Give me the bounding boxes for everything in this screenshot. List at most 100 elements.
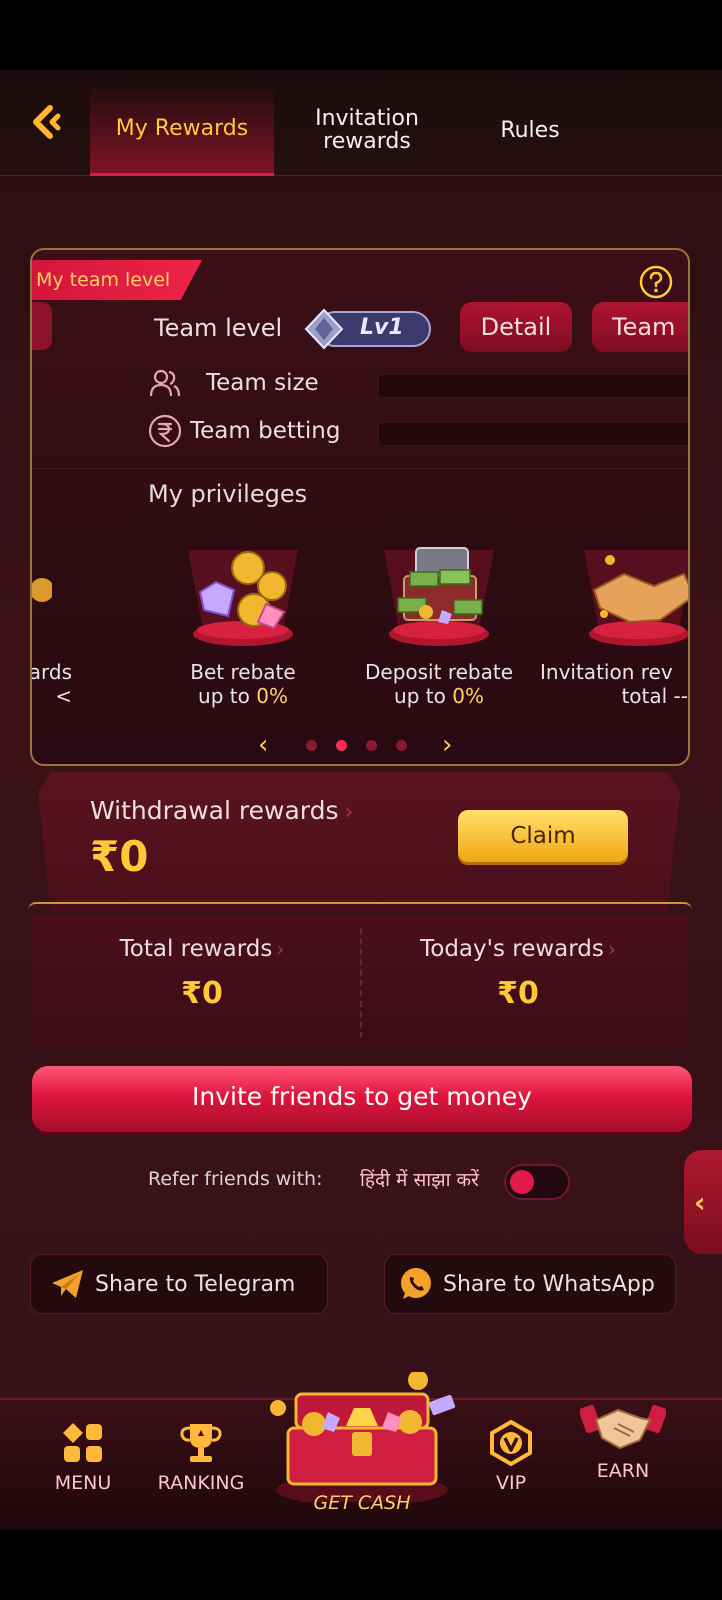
privilege-image — [32, 540, 54, 660]
gift-icon — [32, 578, 54, 602]
level-badge-text: Lv1 — [360, 315, 404, 340]
privilege-item[interactable]: Invitation rev total -- — [540, 540, 688, 708]
app-screen: My Rewards Invitation rewards Rules My t… — [0, 70, 722, 1530]
nav-earn-label: EARN — [596, 1460, 650, 1482]
privileges-title: My privileges — [148, 480, 308, 508]
tab-label: Rules — [500, 117, 560, 143]
team-size-label: Team size — [206, 370, 319, 396]
carousel-dot[interactable] — [366, 740, 377, 751]
telegram-icon — [52, 1270, 83, 1298]
withdrawal-title: Withdrawal rewards — [90, 796, 339, 825]
carousel-prev-button[interactable]: ‹ — [258, 732, 268, 758]
team-level-ribbon: My team level — [32, 260, 202, 300]
treasure-chest-icon — [384, 547, 494, 646]
side-drawer-handle[interactable]: ‹ — [684, 1150, 722, 1254]
privilege-image — [364, 540, 514, 660]
chevron-left-icon: ‹ — [694, 1186, 706, 1219]
todays-rewards-label: Today's rewards — [420, 936, 604, 962]
tab-label: Invitation rewards — [315, 106, 419, 154]
top-bar: My Rewards Invitation rewards Rules — [0, 70, 722, 176]
rupee-icon — [148, 414, 182, 448]
level-badge: Lv1 — [302, 308, 434, 350]
tab-rules[interactable]: Rules — [470, 84, 590, 176]
back-button[interactable] — [28, 102, 68, 142]
share-telegram-label: Share to Telegram — [95, 1271, 296, 1297]
whatsapp-icon — [401, 1268, 431, 1299]
handshake-icon — [584, 550, 688, 646]
privilege-sub: < — [55, 684, 72, 708]
nav-get-cash[interactable]: GET CASH — [268, 1370, 456, 1520]
withdrawal-rewards-link[interactable]: Withdrawal rewards › — [90, 796, 353, 825]
total-rewards[interactable]: Total rewards › ₹0 — [52, 936, 352, 1011]
previous-level-tab[interactable] — [32, 302, 52, 350]
tab-my-rewards[interactable]: My Rewards — [90, 84, 274, 176]
privilege-sub-prefix: up to — [198, 684, 257, 708]
team-betting-value — [378, 422, 688, 446]
privilege-sub-value: 0% — [256, 684, 288, 708]
carousel-dot[interactable] — [396, 740, 407, 751]
carousel-next-button[interactable]: › — [442, 732, 452, 758]
nav-menu[interactable]: MENU — [28, 1420, 138, 1494]
privilege-item[interactable]: Bet rebate up to 0% — [148, 540, 338, 708]
nav-vip[interactable]: VIP — [456, 1420, 566, 1494]
todays-rewards-value: ₹0 — [497, 976, 539, 1011]
carousel-dot-active[interactable] — [336, 740, 347, 751]
privilege-sub-prefix: up to — [394, 684, 453, 708]
nav-vip-label: VIP — [495, 1472, 527, 1494]
rewards-summary: Total rewards › ₹0 Today's rewards › ₹0 — [32, 916, 688, 1050]
detail-button[interactable]: Detail — [460, 302, 572, 352]
share-telegram-button[interactable]: Share to Telegram — [30, 1254, 328, 1314]
privilege-sub: up to 0% — [148, 684, 338, 708]
todays-rewards[interactable]: Today's rewards › ₹0 — [368, 936, 668, 1011]
hindi-share-toggle[interactable] — [504, 1164, 570, 1200]
hindi-share-label: हिंदी में साझा करें — [360, 1169, 479, 1191]
invite-friends-button[interactable]: Invite friends to get money — [32, 1066, 692, 1132]
chevron-left-icon — [33, 105, 61, 139]
vip-badge-icon — [490, 1420, 532, 1466]
treasure-chest-icon — [270, 1370, 456, 1506]
handshake-icon — [580, 1404, 666, 1450]
chevron-right-icon: › — [276, 937, 285, 961]
withdrawal-rewards-card: Withdrawal rewards › ₹0 Claim — [38, 772, 680, 912]
share-whatsapp-button[interactable]: Share to WhatsApp — [384, 1254, 676, 1314]
team-button[interactable]: Team — [592, 302, 688, 352]
privilege-sub: total -- — [621, 684, 688, 708]
toggle-knob — [510, 1170, 534, 1194]
nav-ranking[interactable]: RANKING — [146, 1420, 256, 1494]
tab-invitation-rewards[interactable]: Invitation rewards — [290, 84, 444, 176]
tab-label: My Rewards — [115, 116, 249, 141]
team-betting-row: Team betting — [148, 414, 340, 448]
nav-get-cash-label: GET CASH — [313, 1492, 411, 1514]
privilege-item[interactable]: Deposit rebate up to 0% — [344, 540, 534, 708]
coins-gems-icon — [188, 550, 298, 646]
privilege-item[interactable]: vards < — [32, 540, 72, 708]
privileges-carousel-nav: ‹ › — [32, 732, 688, 758]
chevron-right-icon: › — [607, 937, 616, 961]
privilege-image — [168, 540, 318, 660]
share-whatsapp-label: Share to WhatsApp — [443, 1271, 655, 1297]
privilege-label: Bet rebate — [190, 660, 296, 684]
rewards-divider — [360, 928, 362, 1038]
total-rewards-value: ₹0 — [181, 976, 223, 1011]
nav-menu-label: MENU — [54, 1472, 112, 1494]
privilege-label: Invitation rev — [540, 660, 673, 684]
privilege-label: Deposit rebate — [365, 660, 513, 684]
nav-ranking-label: RANKING — [157, 1472, 245, 1494]
team-size-row: Team size — [148, 366, 319, 400]
claim-button[interactable]: Claim — [458, 810, 628, 862]
menu-grid-icon — [63, 1423, 102, 1462]
question-icon — [639, 265, 673, 299]
team-size-value — [378, 374, 688, 398]
team-level-label: Team level — [154, 314, 283, 342]
team-level-card: My team level Team level Lv1 Detail Team — [30, 248, 690, 766]
carousel-dot[interactable] — [306, 740, 317, 751]
total-rewards-label: Total rewards — [119, 936, 273, 962]
withdrawal-amount: ₹0 — [90, 832, 149, 881]
trophy-icon — [180, 1424, 222, 1462]
team-betting-label: Team betting — [190, 418, 341, 444]
privilege-sub: up to 0% — [344, 684, 534, 708]
privilege-sub-value: 0% — [452, 684, 484, 708]
nav-earn[interactable]: EARN — [568, 1404, 678, 1482]
help-button[interactable] — [638, 264, 674, 300]
people-icon — [149, 369, 181, 397]
